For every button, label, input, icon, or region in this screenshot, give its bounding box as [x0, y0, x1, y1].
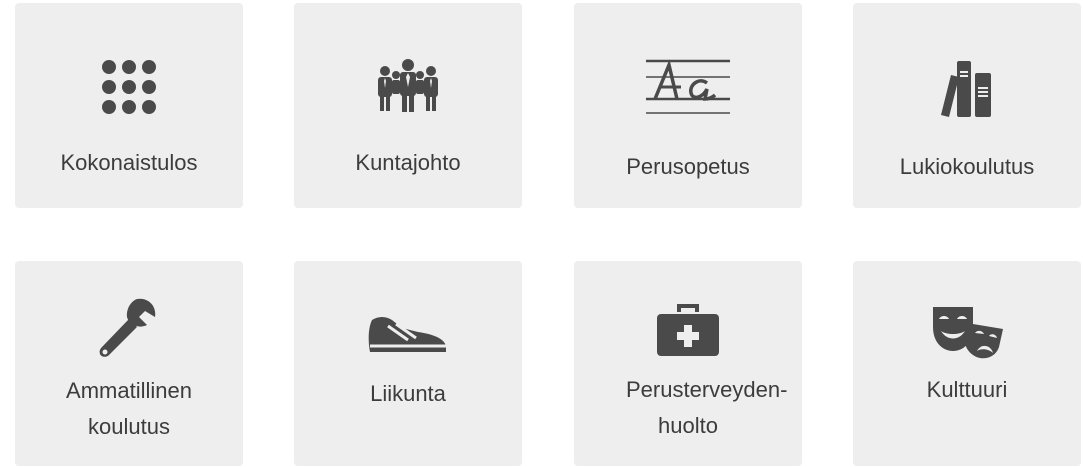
- running-shoe-icon: [294, 301, 522, 365]
- tile-lukiokoulutus[interactable]: Lukiokoulutus: [853, 3, 1081, 208]
- tile-kulttuuri[interactable]: Kulttuuri: [853, 261, 1081, 466]
- tile-liikunta[interactable]: Liikunta: [294, 261, 522, 466]
- tile-label: Kokonaistulos: [60, 150, 198, 175]
- tile-label: Kulttuuri: [926, 377, 1008, 402]
- tile-label: Ammatillinen koulutus: [66, 378, 192, 439]
- tile-label: Kuntajohto: [355, 150, 461, 175]
- wrench-icon: [15, 297, 243, 361]
- tile-label: Lukiokoulutus: [899, 154, 1035, 179]
- tile-perusterveydenhuolto[interactable]: Perusterveyden-huolto: [574, 261, 802, 466]
- handwriting-letters-icon: [574, 56, 802, 120]
- tile-perusopetus[interactable]: Perusopetus: [574, 3, 802, 208]
- tile-kuntajohto[interactable]: Kuntajohto: [294, 3, 522, 208]
- people-group-icon: [294, 55, 522, 119]
- dots-grid-icon: [15, 55, 243, 119]
- tile-kokonaistulos[interactable]: Kokonaistulos: [15, 3, 243, 208]
- tile-label: Liikunta: [370, 381, 446, 406]
- tile-ammatillinen-koulutus[interactable]: Ammatillinen koulutus: [15, 261, 243, 466]
- books-icon: [853, 57, 1081, 121]
- theater-masks-icon: [853, 299, 1081, 363]
- first-aid-kit-icon: [574, 296, 802, 360]
- tile-label: Perusopetus: [626, 154, 750, 179]
- tile-label: Perusterveyden-huolto: [626, 377, 788, 438]
